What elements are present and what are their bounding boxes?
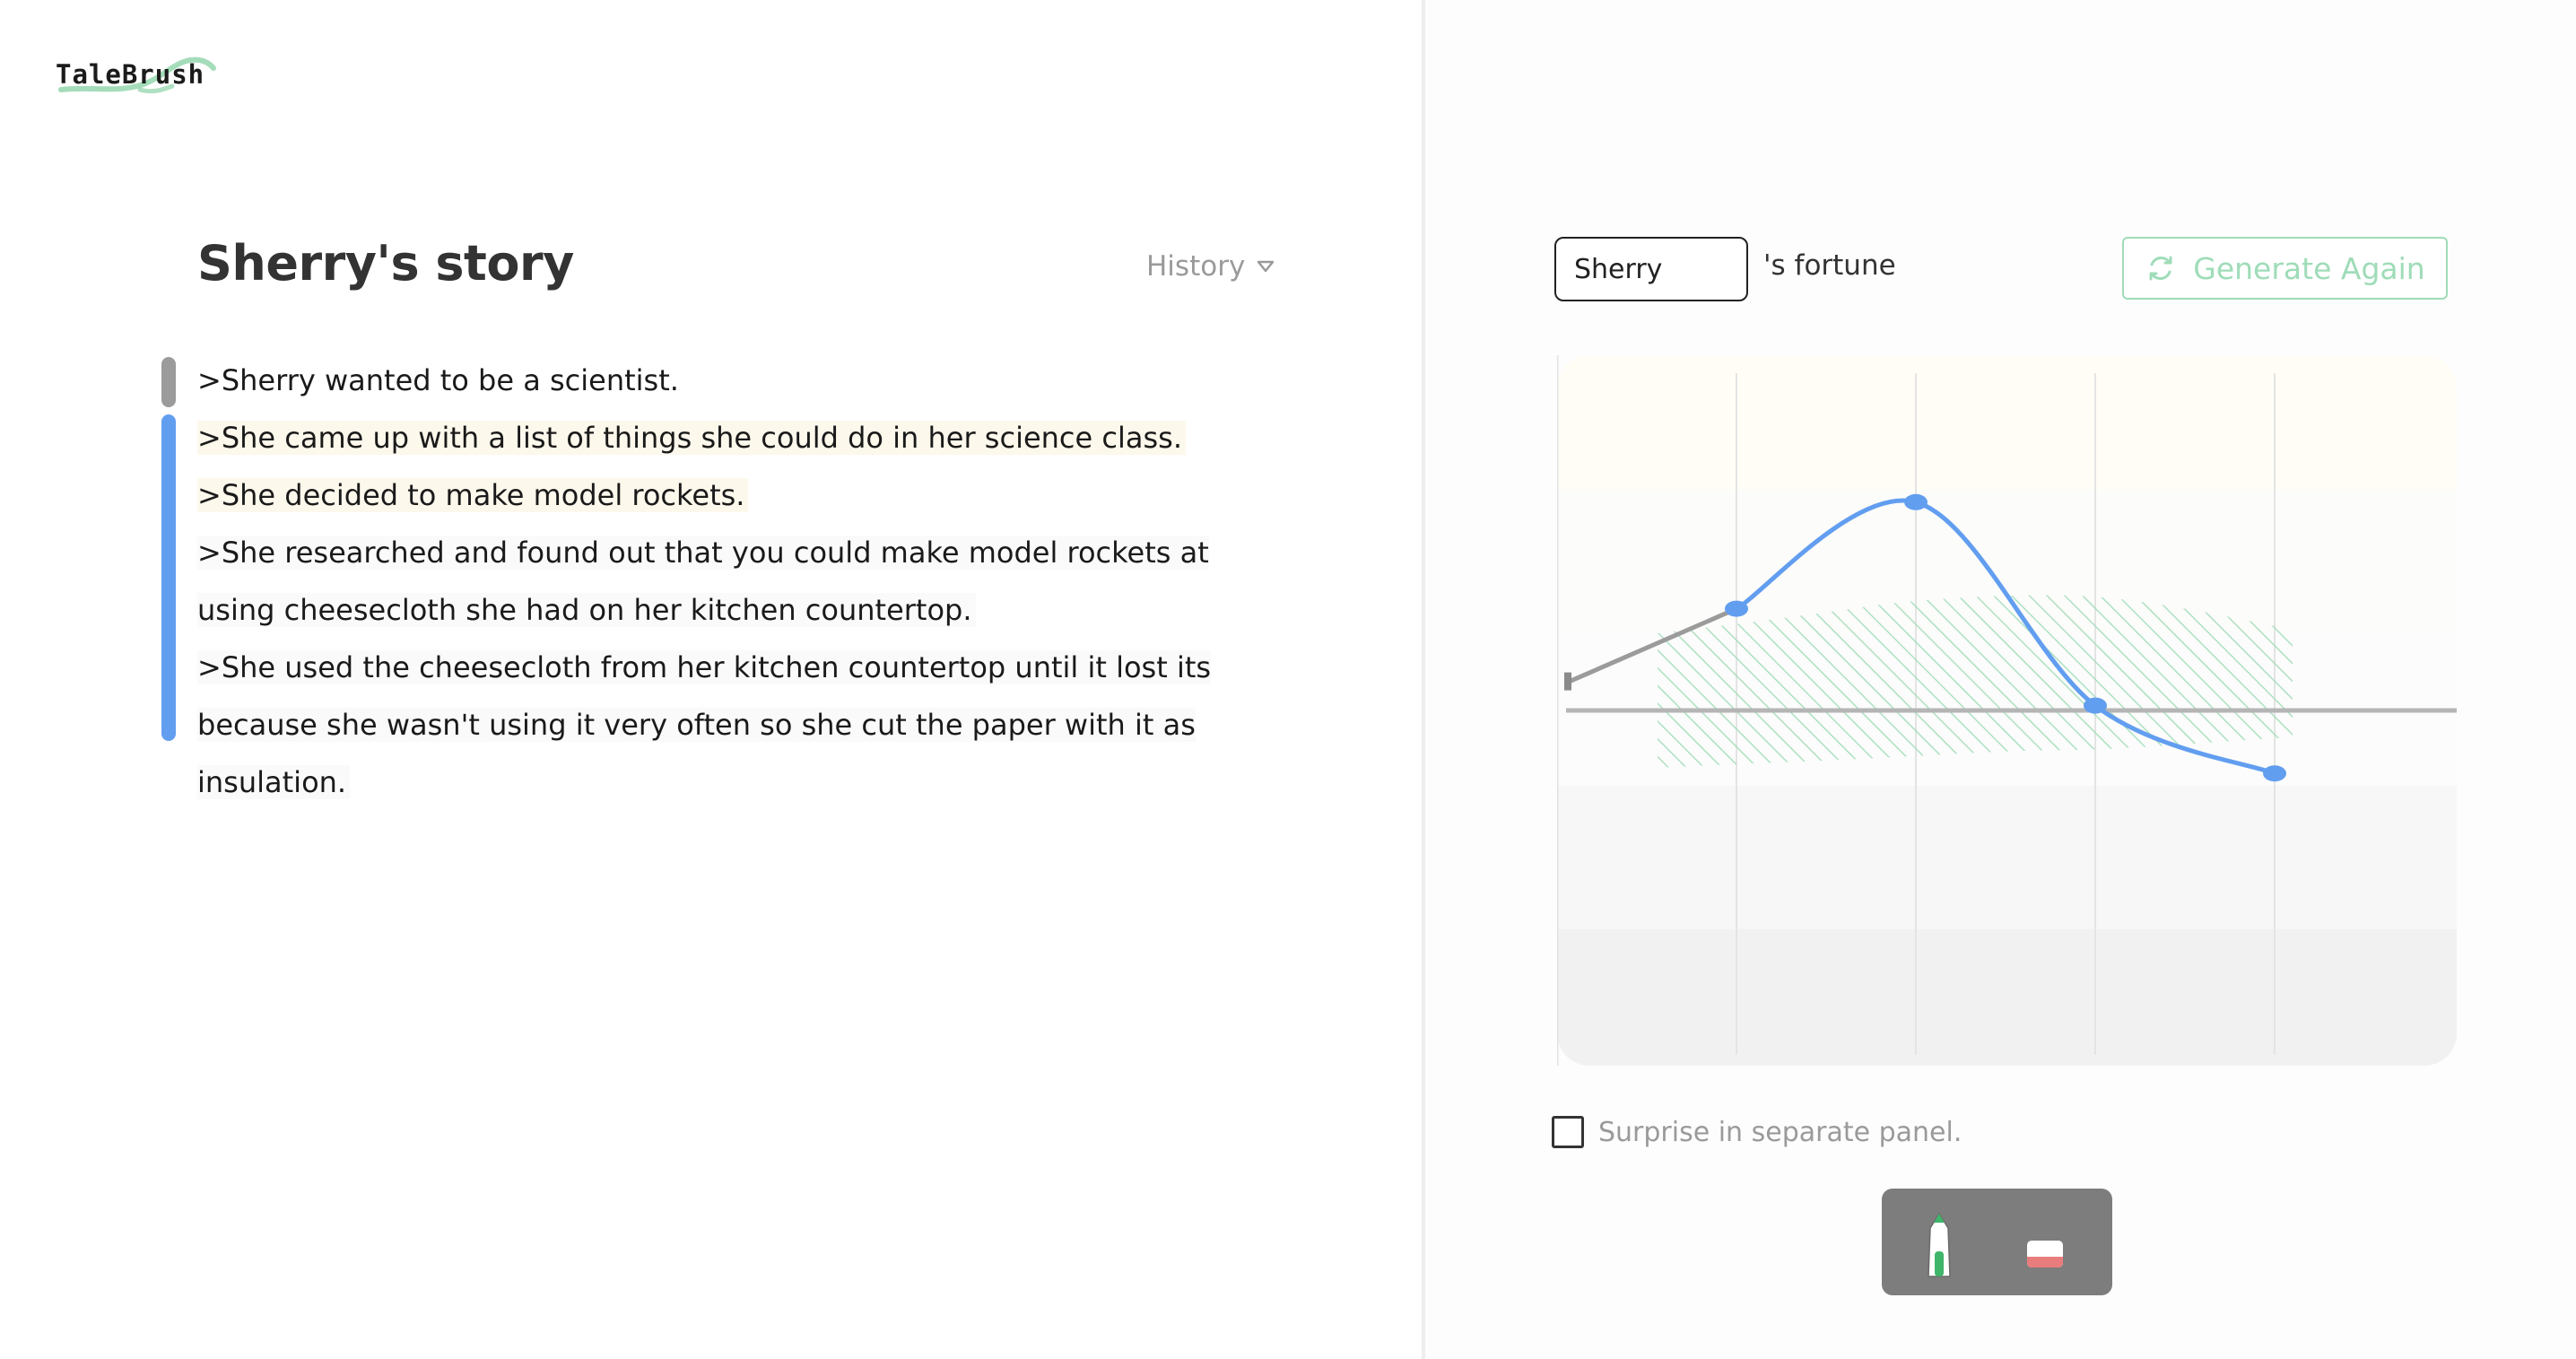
history-dropdown[interactable]: History [1146, 250, 1275, 283]
story-title: Sherry's story [197, 235, 574, 292]
app-logo[interactable]: TaleBrush [54, 47, 233, 100]
pen-icon [1928, 1212, 1951, 1277]
history-label: History [1146, 250, 1246, 283]
fortune-chart[interactable] [1555, 355, 2457, 1066]
story-line: >She researched and found out that you c… [197, 524, 1301, 627]
story-line: >Sherry wanted to be a scientist. [197, 363, 679, 397]
band-very-bad [1557, 929, 2457, 1066]
character-name-input[interactable] [1554, 237, 1748, 301]
story-line: using cheesecloth she had on her kitchen… [197, 581, 1301, 639]
surprise-checkbox-row[interactable]: Surprise in separate panel. [1552, 1116, 1962, 1148]
fortune-point-4[interactable] [2263, 765, 2286, 782]
chevron-down-icon [1258, 260, 1275, 273]
generate-again-label: Generate Again [2193, 250, 2425, 286]
band-bad [1557, 786, 2457, 929]
pen-tool[interactable] [1921, 1212, 1957, 1278]
refresh-icon [2149, 256, 2172, 281]
story-panel: TaleBrush Sherry's story History >Sherry… [0, 0, 1422, 1359]
start-marker [1564, 672, 1571, 691]
fortune-chart-svg[interactable] [1555, 355, 2457, 1066]
previous-story-bar[interactable] [161, 357, 176, 407]
surprise-checkbox[interactable] [1552, 1116, 1584, 1148]
story-line: >She came up with a list of things she c… [197, 409, 1301, 466]
eraser-icon [2027, 1241, 2063, 1268]
story-text: >Sherry wanted to be a scientist. >She c… [197, 352, 1301, 799]
logo-text: TaleBrush [56, 59, 205, 90]
app-root: TaleBrush Sherry's story History >Sherry… [0, 0, 2576, 1359]
fortune-label: 's fortune [1763, 249, 1896, 282]
story-line: >She used the cheesecloth from her kitch… [197, 639, 1301, 742]
story-line: >She decided to make model rockets. [197, 466, 1301, 524]
fortune-point-1[interactable] [1725, 600, 1748, 617]
band-very-good [1557, 355, 2457, 490]
eraser-tool[interactable] [2025, 1239, 2065, 1269]
drawing-toolbox [1882, 1189, 2112, 1295]
story-line: because she wasn't using it very often s… [197, 708, 1196, 799]
current-generation-bar[interactable] [161, 414, 176, 741]
fortune-point-2[interactable] [1904, 493, 1928, 510]
fortune-point-3[interactable] [2084, 697, 2107, 714]
generate-again-button[interactable]: Generate Again [2122, 237, 2448, 300]
surprise-label: Surprise in separate panel. [1598, 1116, 1962, 1148]
